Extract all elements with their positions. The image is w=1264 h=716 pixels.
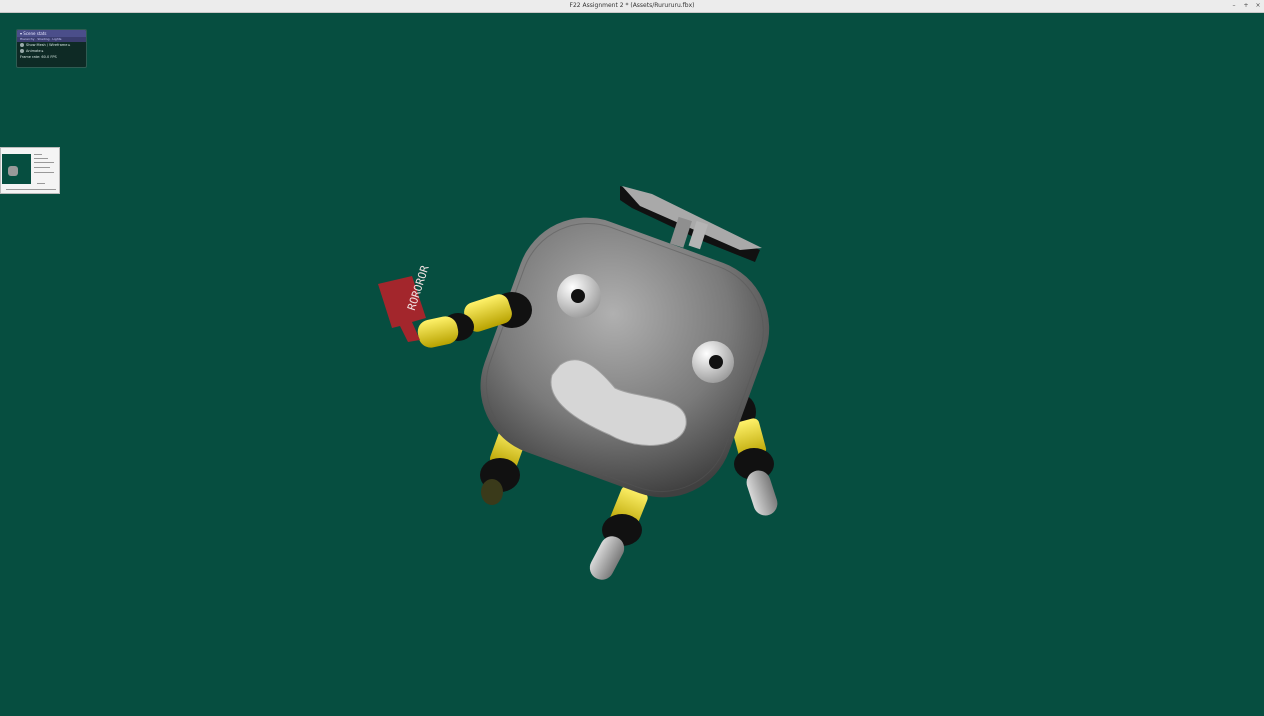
3d-viewport[interactable]: ROROROR ▾ Scene stats Hierarchy · Shadin… — [0, 13, 1264, 716]
thumb-line — [34, 167, 50, 168]
thumb-line — [34, 172, 54, 173]
robot-scene: ROROROR — [378, 186, 778, 580]
bottom-leg — [589, 486, 648, 580]
thumb-line — [37, 183, 45, 184]
minimize-button[interactable]: – — [1230, 2, 1238, 10]
window-title: F22 Assignment 2 * (Assets/Rurururu.fbx) — [569, 2, 695, 9]
window-titlebar: F22 Assignment 2 * (Assets/Rurururu.fbx)… — [0, 0, 1264, 13]
scene-stats-panel: ▾ Scene stats Hierarchy · Shading · Ligh… — [16, 29, 87, 68]
left-eye — [557, 274, 601, 318]
thumb-line — [34, 162, 54, 163]
thumb-line — [34, 158, 48, 159]
window-thumbnail[interactable] — [0, 147, 60, 194]
circle-icon — [20, 49, 24, 53]
circle-icon — [20, 43, 24, 47]
panel-header[interactable]: ▾ Scene stats — [17, 30, 86, 37]
thumb-line — [34, 154, 42, 155]
close-button[interactable]: × — [1254, 2, 1262, 10]
maximize-button[interactable]: + — [1242, 2, 1250, 10]
thumbnail-viewport — [2, 154, 31, 184]
right-eye — [692, 341, 734, 383]
panel-row-framerate: Frame rate: 60.0 FPS — [20, 55, 57, 59]
thumb-line — [6, 189, 56, 190]
thumbnail-robot — [8, 166, 18, 176]
